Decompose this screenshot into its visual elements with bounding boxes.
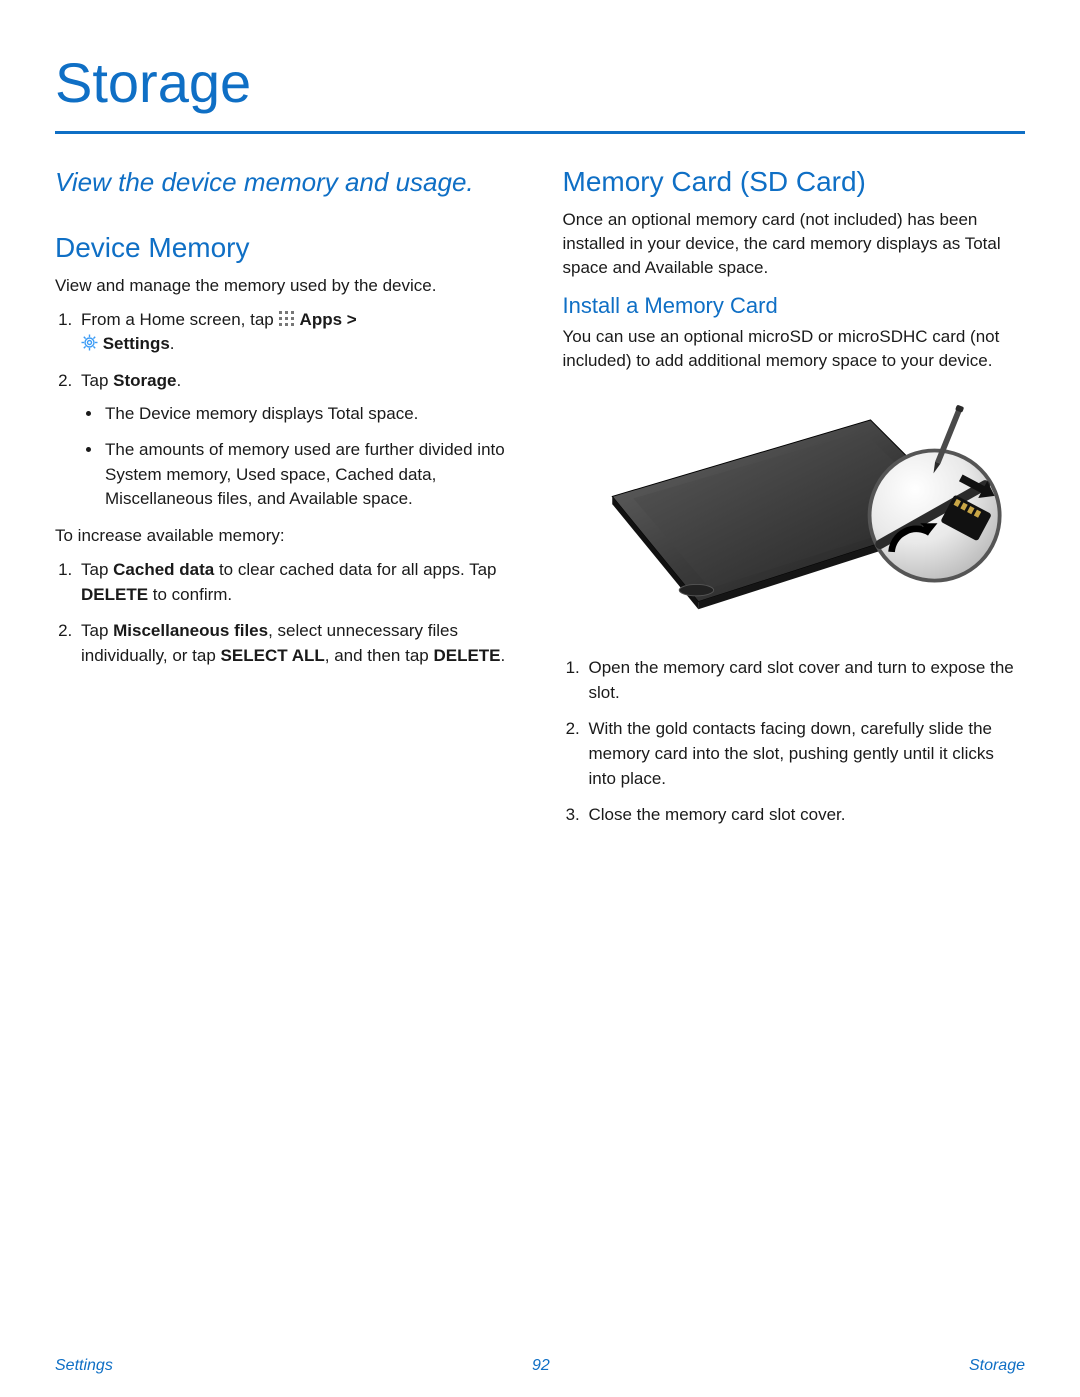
inc1-c: to clear cached data for all apps. Tap (214, 560, 496, 579)
step-1-text-b: Apps > (295, 310, 356, 329)
inc1-e: to confirm. (148, 585, 232, 604)
step-2-bullets: The Device memory displays Total space. … (81, 402, 518, 513)
intro-text: View the device memory and usage. (55, 166, 518, 200)
step-1: From a Home screen, tap Apps > Settings. (77, 308, 518, 357)
memory-card-heading: Memory Card (SD Card) (563, 166, 1026, 198)
device-memory-desc: View and manage the memory used by the d… (55, 274, 518, 298)
install-step-3: Close the memory card slot cover. (585, 803, 1026, 828)
inc2-g: . (501, 646, 506, 665)
inc-step-2: Tap Miscellaneous files, select unnecess… (77, 619, 518, 668)
inc2-a: Tap (81, 621, 113, 640)
step-1-text-a: From a Home screen, tap (81, 310, 278, 329)
device-memory-steps: From a Home screen, tap Apps > Settings.… (55, 308, 518, 512)
bullet-divided: The amounts of memory used are further d… (103, 438, 518, 512)
step-2-text-c: . (176, 371, 181, 390)
tablet-illustration (563, 391, 1026, 626)
step-1-text-c: Settings (98, 334, 170, 353)
page-footer: Settings 92 Storage (0, 1357, 1080, 1375)
install-step-1: Open the memory card slot cover and turn… (585, 656, 1026, 705)
footer-page-number: 92 (532, 1357, 550, 1375)
apps-icon (278, 310, 295, 327)
step-2: Tap Storage. The Device memory displays … (77, 369, 518, 512)
right-column: Memory Card (SD Card) Once an optional m… (563, 166, 1026, 840)
bullet-total-space: The Device memory displays Total space. (103, 402, 518, 427)
title-rule (55, 131, 1025, 134)
increase-memory-steps: Tap Cached data to clear cached data for… (55, 558, 518, 669)
page-title: Storage (55, 50, 1025, 115)
inc1-a: Tap (81, 560, 113, 579)
footer-left: Settings (55, 1357, 113, 1375)
inc1-d: DELETE (81, 585, 148, 604)
step-1-text-d: . (170, 334, 175, 353)
settings-icon (81, 334, 98, 351)
inc2-e: , and then tap (325, 646, 434, 665)
inc2-d: SELECT ALL (221, 646, 325, 665)
increase-memory-intro: To increase available memory: (55, 524, 518, 548)
memory-card-desc: Once an optional memory card (not includ… (563, 208, 1026, 279)
install-memory-card-heading: Install a Memory Card (563, 293, 1026, 319)
install-steps: Open the memory card slot cover and turn… (563, 656, 1026, 828)
inc2-b: Miscellaneous files (113, 621, 268, 640)
step-2-text-b: Storage (113, 371, 176, 390)
device-memory-heading: Device Memory (55, 232, 518, 264)
left-column: View the device memory and usage. Device… (55, 166, 518, 840)
install-memory-card-desc: You can use an optional microSD or micro… (563, 325, 1026, 373)
inc1-b: Cached data (113, 560, 214, 579)
step-2-text-a: Tap (81, 371, 113, 390)
inc2-f: DELETE (433, 646, 500, 665)
install-step-2: With the gold contacts facing down, care… (585, 717, 1026, 791)
inc-step-1: Tap Cached data to clear cached data for… (77, 558, 518, 607)
footer-right: Storage (969, 1357, 1025, 1375)
